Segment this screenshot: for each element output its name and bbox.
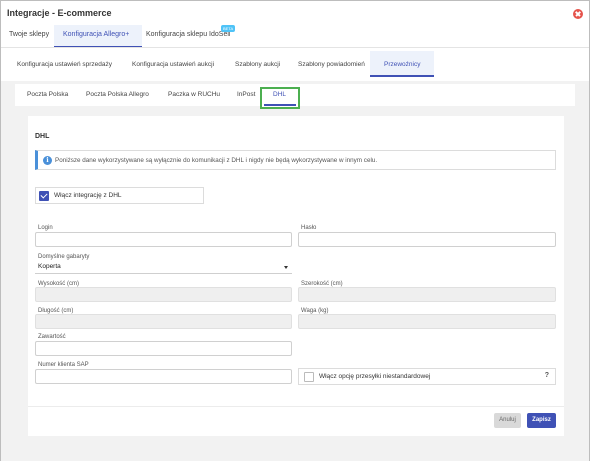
window-title: Integracje - E-commerce — [7, 8, 112, 18]
tab-konfiguracja-allegro[interactable]: Konfiguracja Allegro+ — [63, 31, 129, 38]
password-label: Hasło — [301, 225, 317, 231]
save-button[interactable]: Zapisz — [527, 413, 556, 428]
tab-dhl-label: DHL — [273, 91, 287, 98]
section-title: DHL — [35, 133, 50, 140]
enable-dhl-label: Włącz integrację z DHL — [54, 192, 122, 199]
select-underline — [35, 273, 292, 274]
titlebar: Integracje - E-commerce — [1, 1, 589, 24]
tab-ustawienia-sprzedazy[interactable]: Konfiguracja ustawień sprzedaży — [17, 61, 112, 68]
main-tabs: Twoje sklepy Konfiguracja Allegro+ Konfi… — [1, 25, 589, 48]
tab-szablony-aukcji[interactable]: Szablony aukcji — [235, 61, 280, 68]
sap-label: Numer klienta SAP — [38, 362, 89, 368]
sub-tabs: Konfiguracja ustawień sprzedaży Konfigur… — [1, 51, 589, 77]
checkbox-empty-icon[interactable] — [304, 372, 314, 382]
nonstandard-label: Włącz opcję przesyłki niestandardowej — [319, 373, 431, 380]
tab-ustawienia-aukcji[interactable]: Konfiguracja ustawień aukcji — [132, 61, 214, 68]
info-box: i Poniższe dane wykorzystywane są wyłącz… — [35, 150, 556, 170]
password-field[interactable] — [298, 232, 556, 247]
tab-przewoznicy[interactable]: Przewoźnicy — [384, 61, 420, 68]
beta-badge: BETA — [221, 25, 236, 32]
login-field[interactable] — [35, 232, 292, 247]
width-field — [298, 287, 556, 302]
info-text: Poniższe dane wykorzystywane są wyłączni… — [55, 157, 378, 164]
tab-szablony-powiadomien[interactable]: Szablony powiadomień — [298, 61, 365, 68]
help-icon[interactable]: ? — [545, 372, 549, 379]
cancel-button[interactable]: Anuluj — [494, 413, 521, 428]
tab-konfiguracja-idosell[interactable]: Konfiguracja sklepu IdoSell — [146, 31, 230, 38]
dimensions-value: Koperta — [38, 263, 61, 270]
content-label: Zawartość — [38, 334, 66, 340]
sap-field[interactable] — [35, 369, 292, 384]
tab-inpost[interactable]: InPost — [237, 91, 255, 98]
length-field — [35, 314, 292, 329]
height-field — [35, 287, 292, 302]
carrier-tab-underline — [264, 104, 296, 106]
content-field[interactable] — [35, 341, 292, 356]
enable-dhl-integration[interactable]: Włącz integrację z DHL — [35, 187, 204, 204]
checkbox-checked-icon[interactable] — [39, 191, 49, 201]
window: Integracje - E-commerce Twoje sklepy Kon… — [0, 0, 590, 461]
login-label: Login — [38, 225, 53, 231]
info-icon: i — [43, 156, 52, 165]
close-icon[interactable] — [573, 9, 583, 19]
tab-poczta-polska-allegro[interactable]: Poczta Polska Allegro — [86, 91, 149, 98]
tab-dhl[interactable]: DHL — [260, 87, 300, 109]
tab-paczka-w-ruchu[interactable]: Paczka w RUCHu — [168, 91, 220, 98]
chevron-down-icon[interactable] — [284, 266, 288, 269]
nonstandard-option[interactable]: Włącz opcję przesyłki niestandardowej ? — [298, 368, 556, 385]
weight-field — [298, 314, 556, 329]
tab-poczta-polska[interactable]: Poczta Polska — [27, 91, 68, 98]
tab-twoje-sklepy[interactable]: Twoje sklepy — [9, 31, 49, 38]
footer-divider — [28, 406, 564, 407]
